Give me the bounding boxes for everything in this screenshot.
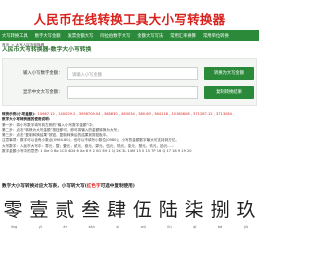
nav-item[interactable]: 发票金额大写 (68, 33, 94, 39)
copy-result-button[interactable]: 复制转换结果 (204, 86, 254, 99)
uppercase-digit[interactable]: 捌 (211, 195, 230, 222)
nav-item[interactable]: 数字大写金额 (35, 33, 61, 39)
pinyin-label: bā (217, 225, 223, 229)
uppercase-digit[interactable]: 零 (3, 195, 22, 222)
uppercase-digit[interactable]: 柒 (185, 195, 204, 222)
pinyin-label: wǔ (140, 225, 146, 229)
result-field[interactable] (67, 86, 198, 99)
usage-info: 转换示例(小写金额)：10667.12 , 140029.2 , 3958709… (2, 112, 257, 154)
digits-title-prefix: 数字大小写转换对应大写表，小写转大写( (2, 184, 87, 189)
uppercase-digit[interactable]: 伍 (133, 195, 152, 222)
uppercase-digit[interactable]: 肆 (107, 195, 126, 222)
digits-table-title: 数字大小写转换对应大写表，小写转大写(红色字可选中复制使用) (2, 183, 135, 189)
pinyin-row: líng yī èr sān sì wǔ liù qī bā jiǔ (0, 225, 259, 229)
nav-item[interactable]: 常用单位转换 (203, 33, 229, 39)
uppercase-digit[interactable]: 陆 (159, 195, 178, 222)
site-title: 人民币在线转换工具大小写转换器 (33, 12, 226, 27)
nav-item[interactable]: 常用汇率换算 (170, 33, 196, 39)
howto-note: 数字金额小写中的意思: 1 Xie 0 Bo 1C0 4D4 6 Xa 8 9 … (2, 149, 192, 154)
digits-title-red: 红色字 (86, 184, 101, 189)
pinyin-label: sān (88, 225, 95, 229)
number-input-label: 输入小写数字金额： (23, 71, 63, 76)
pinyin-label: qī (193, 225, 197, 229)
digits-title-suffix: 可选中复制使用) (100, 184, 135, 189)
result-label: 显示中文大写金额： (23, 90, 63, 95)
site-header: 人民币在线转换工具大小写转换器 (0, 0, 259, 30)
examples-values[interactable]: 10667.12 , 140029.2 , 3958709.04 , 36883… (38, 112, 235, 116)
pinyin-label: liù (167, 225, 172, 229)
nav-item[interactable]: 金额大写写法 (137, 33, 163, 39)
converter-form: 输入小写数字金额： 请输入小写金额 转换为大写金额 显示中文大写金额： 复制转换… (2, 58, 257, 106)
pinyin-label: sì (116, 225, 120, 229)
number-input-row: 输入小写数字金额： 请输入小写金额 转换为大写金额 (3, 67, 256, 81)
convert-button[interactable]: 转换为大写金额 (204, 67, 254, 80)
pinyin-label: èr (63, 225, 68, 229)
nav-item[interactable]: 阿拉伯数字大写 (100, 33, 130, 39)
examples-label: 转换示例(小写金额)： (2, 112, 38, 116)
top-nav: 大写转换工具 数字大写金额 发票金额大写 阿拉伯数字大写 金额大写写法 常用汇率… (0, 30, 259, 41)
pinyin-label: jiǔ (243, 225, 249, 229)
result-row: 显示中文大写金额： 复制转换结果 (3, 86, 256, 100)
pinyin-label: líng (10, 225, 18, 229)
uppercase-digit[interactable]: 玖 (236, 195, 255, 222)
uppercase-digit[interactable]: 叁 (81, 195, 100, 222)
pinyin-label: yī (38, 225, 42, 229)
nav-item[interactable]: 大写转换工具 (2, 33, 28, 39)
uppercase-digits-row: 零 壹 贰 叁 肆 伍 陆 柒 捌 玖 (0, 194, 259, 222)
uppercase-digit[interactable]: 贰 (55, 195, 74, 222)
uppercase-digit[interactable]: 壹 (29, 195, 48, 222)
page-title: 人民币大写转换器-数字大小写转换 (2, 47, 92, 53)
number-input[interactable]: 请输入小写金额 (67, 67, 198, 80)
